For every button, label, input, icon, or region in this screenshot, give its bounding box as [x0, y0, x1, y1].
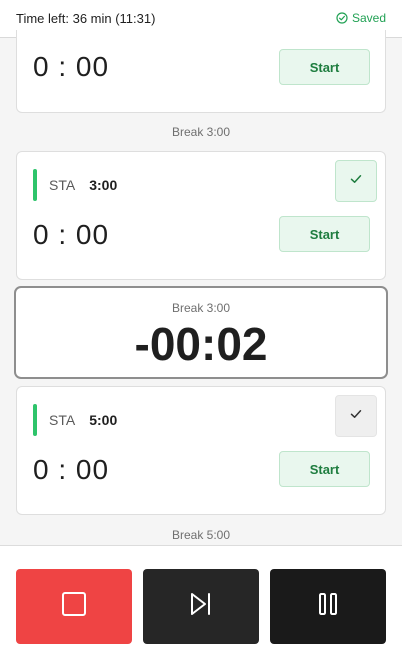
start-button[interactable]: Start — [279, 216, 370, 252]
check-circle-icon — [336, 12, 348, 24]
time-left-label: Time left: 36 min (11:31) — [16, 11, 156, 26]
start-button[interactable]: Start — [279, 49, 370, 85]
segment-card: STA 3:00 0 : 00 Start — [16, 151, 386, 280]
stop-icon — [61, 591, 87, 622]
segment-timer: 0 : 00 — [33, 454, 110, 485]
segment-duration: 3:00 — [89, 177, 118, 193]
checkmark-icon — [349, 172, 363, 191]
stop-button[interactable] — [16, 569, 132, 644]
segment-type: STA — [49, 177, 76, 193]
break-countdown: -00:02 — [134, 318, 268, 370]
pause-icon — [317, 592, 339, 621]
saved-status: Saved — [336, 11, 386, 25]
active-break-card: Break 3:00 -00:02 — [14, 286, 388, 379]
saved-label: Saved — [351, 11, 386, 25]
checkmark-icon — [349, 407, 363, 426]
break-label: Break 5:00 — [171, 528, 231, 542]
segment-header: STA 3:00 — [33, 168, 117, 202]
segment-color-bar — [33, 404, 37, 436]
segment-color-bar — [33, 169, 37, 201]
segment-timer: 0 : 00 — [33, 219, 110, 250]
segment-card: STA 5:00 0 : 00 Start — [16, 386, 386, 515]
segment-header: STA 5:00 — [33, 403, 117, 437]
complete-toggle-button[interactable] — [335, 395, 377, 437]
segment-timer: 0 : 00 — [33, 51, 110, 82]
segment-duration: 5:00 — [89, 412, 118, 428]
segment-card: 0 : 00 Start — [16, 30, 386, 113]
segment-type: STA — [49, 412, 76, 428]
control-bar — [0, 545, 402, 662]
skip-next-button[interactable] — [143, 569, 259, 644]
skip-next-icon — [189, 592, 213, 621]
complete-toggle-button[interactable] — [335, 160, 377, 202]
pause-button[interactable] — [270, 569, 386, 644]
break-label: Break 3:00 — [171, 301, 231, 315]
break-label: Break 3:00 — [171, 125, 231, 139]
start-button[interactable]: Start — [279, 451, 370, 487]
